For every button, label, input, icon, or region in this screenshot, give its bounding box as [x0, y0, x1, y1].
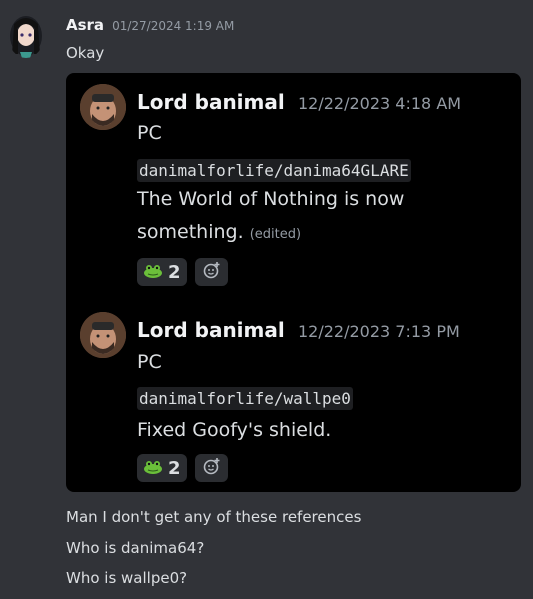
embed-author-name[interactable]: Lord banimal	[137, 90, 285, 114]
add-reaction-button[interactable]	[195, 258, 228, 286]
message-embed: Lord banimal 12/22/2023 4:18 AM PC danim…	[66, 73, 521, 492]
avatar[interactable]	[8, 14, 44, 58]
embed-platform: PC	[137, 351, 162, 373]
edited-label: (edited)	[249, 227, 302, 242]
reaction-button[interactable]: 2	[137, 258, 187, 286]
reaction-count: 2	[168, 457, 181, 479]
avatar[interactable]	[80, 312, 126, 358]
frog-emoji-icon	[143, 459, 163, 478]
embed-author-name[interactable]: Lord banimal	[137, 318, 285, 342]
author-name[interactable]: Asra	[66, 16, 104, 34]
frog-emoji-icon	[143, 263, 163, 282]
embed-platform: PC	[137, 122, 162, 144]
message-text: Okay	[66, 44, 105, 62]
repo-code: danimalforlife/wallpe0	[137, 387, 353, 410]
message-text: Who is danima64?	[66, 539, 205, 557]
repo-code: danimalforlife/danima64GLARE	[137, 159, 411, 182]
embed-text-line: The World of Nothing is now	[137, 188, 405, 210]
embed-text-line: something. (edited)	[137, 221, 301, 243]
reaction-button[interactable]: 2	[137, 454, 187, 482]
add-reaction-button[interactable]	[195, 454, 228, 482]
avatar[interactable]	[80, 84, 126, 130]
message-header: Asra 01/27/2024 1:19 AM	[66, 16, 234, 34]
embed-text-line: Fixed Goofy's shield.	[137, 419, 332, 441]
embed-timestamp: 12/22/2023 7:13 PM	[298, 322, 460, 341]
embed-timestamp: 12/22/2023 4:18 AM	[298, 94, 462, 113]
add-reaction-icon	[203, 261, 221, 283]
message-text: Man I don't get any of these references	[66, 508, 362, 526]
reaction-count: 2	[168, 261, 181, 283]
add-reaction-icon	[203, 457, 221, 479]
message-timestamp: 01/27/2024 1:19 AM	[112, 19, 235, 33]
message-text: Who is wallpe0?	[66, 569, 188, 587]
embed-text: something.	[137, 221, 244, 243]
